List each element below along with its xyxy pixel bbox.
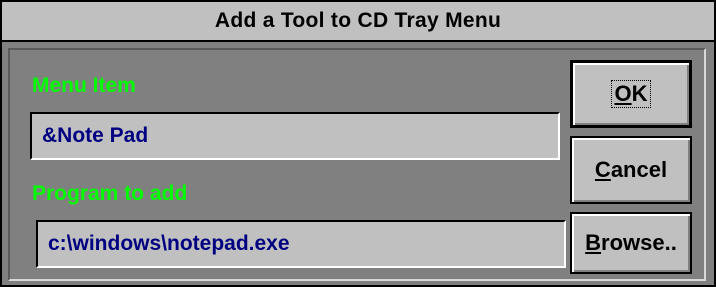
menu-item-field[interactable]: &Note Pad xyxy=(30,112,560,160)
program-label: Program to add xyxy=(32,182,188,205)
dialog-panel: Menu Item &Note Pad Program to add c:\wi… xyxy=(8,48,706,281)
ok-button-label: OK xyxy=(611,80,651,108)
cancel-button[interactable]: Cancel xyxy=(570,136,692,204)
browse-button-label: Browse.. xyxy=(585,230,677,255)
ok-button[interactable]: OK xyxy=(570,60,692,128)
program-path-field[interactable]: c:\windows\notepad.exe xyxy=(36,220,566,268)
dialog-title: Add a Tool to CD Tray Menu xyxy=(214,9,502,32)
program-path-value: c:\windows\notepad.exe xyxy=(48,232,290,255)
add-tool-dialog: Add a Tool to CD Tray Menu Menu Item &No… xyxy=(0,0,716,287)
menu-item-value: &Note Pad xyxy=(42,124,149,147)
menu-item-label: Menu Item xyxy=(32,74,136,97)
browse-button[interactable]: Browse.. xyxy=(570,212,692,274)
cancel-button-label: Cancel xyxy=(594,157,668,182)
dialog-title-bar[interactable]: Add a Tool to CD Tray Menu xyxy=(2,2,714,42)
